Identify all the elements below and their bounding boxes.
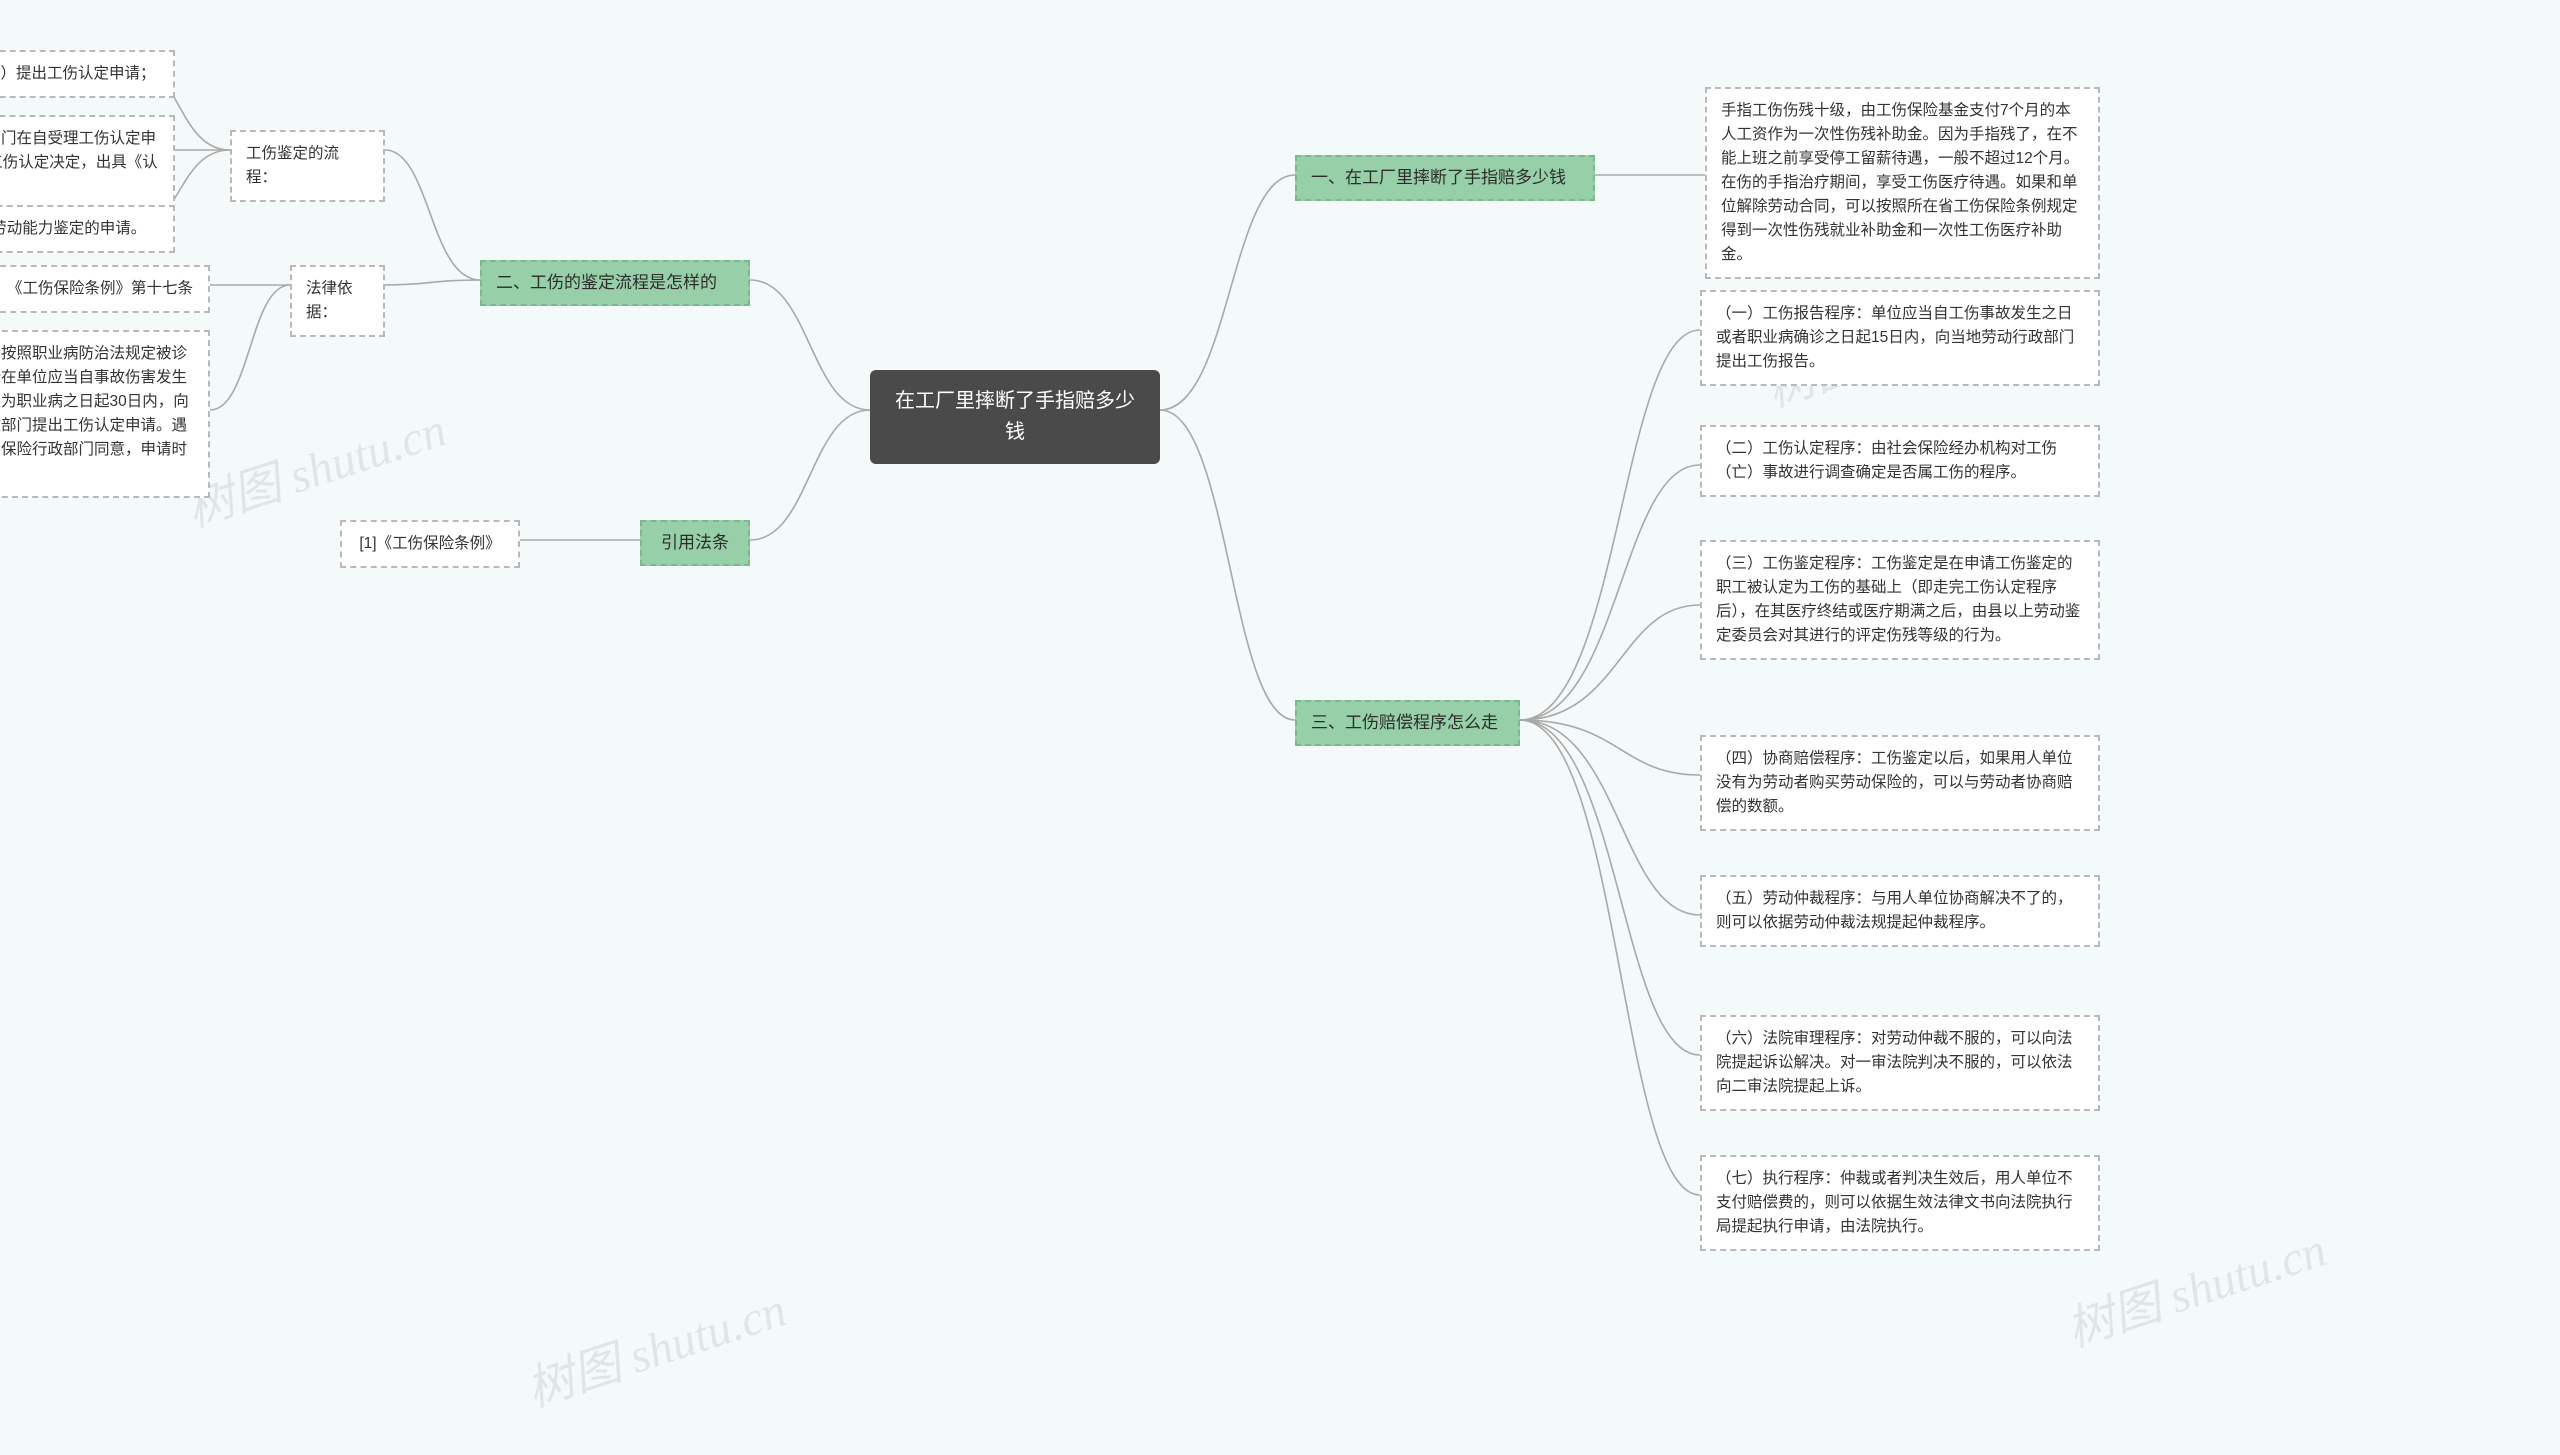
- branch-2[interactable]: 二、工伤的鉴定流程是怎样的: [480, 260, 750, 306]
- branch-1-leaf[interactable]: 手指工伤伤残十级，由工伤保险基金支付7个月的本人工资作为一次性伤残补助金。因为手…: [1705, 87, 2100, 279]
- branch-4-leaf[interactable]: [1]《工伤保险条例》: [340, 520, 520, 568]
- branch-3-leaf-5[interactable]: （五）劳动仲裁程序：与用人单位协商解决不了的，则可以依据劳动仲裁法规提起仲裁程序…: [1700, 875, 2100, 947]
- branch-3-leaf-2[interactable]: （二）工伤认定程序：由社会保险经办机构对工伤（亡）事故进行调查确定是否属工伤的程…: [1700, 425, 2100, 497]
- branch-3-leaf-1[interactable]: （一）工伤报告程序：单位应当自工伤事故发生之日或者职业病确诊之日起15日内，向当…: [1700, 290, 2100, 386]
- connector-lines: [0, 0, 2560, 1455]
- branch-2-sub1[interactable]: 工伤鉴定的流程：: [230, 130, 385, 202]
- branch-2-sub1-leaf-3[interactable]: （三）提出劳动能力鉴定的申请。: [0, 205, 175, 253]
- branch-4[interactable]: 引用法条: [640, 520, 750, 566]
- branch-2-sub2-leaf-1[interactable]: 《工伤保险条例》第十七条: [0, 265, 210, 313]
- branch-3-leaf-4[interactable]: （四）协商赔偿程序：工伤鉴定以后，如果用人单位没有为劳动者购买劳动保险的，可以与…: [1700, 735, 2100, 831]
- watermark: 树图 shutu.cn: [176, 390, 454, 540]
- mindmap-canvas: 树图 shutu.cn 树图 shutu.cn 树图 shutu.cn 树图 s…: [0, 0, 2560, 1455]
- branch-2-sub2-leaf-2[interactable]: 职工发生事故伤害或者按照职业病防治法规定被诊断、鉴定为职业病，所在单位应当自事故…: [0, 330, 210, 498]
- branch-3-leaf-3[interactable]: （三）工伤鉴定程序：工伤鉴定是在申请工伤鉴定的职工被认定为工伤的基础上（即走完工…: [1700, 540, 2100, 660]
- branch-2-sub1-leaf-2[interactable]: （二）社会保险行政部门在自受理工伤认定申请之日起60日内作出工伤认定决定，出具《…: [0, 115, 175, 211]
- root-node[interactable]: 在工厂里摔断了手指赔多少钱: [870, 370, 1160, 464]
- branch-2-sub1-leaf-1[interactable]: （一）提出工伤认定申请；: [0, 50, 175, 98]
- branch-3-leaf-7[interactable]: （七）执行程序：仲裁或者判决生效后，用人单位不支付赔偿费的，则可以依据生效法律文…: [1700, 1155, 2100, 1251]
- branch-3-leaf-6[interactable]: （六）法院审理程序：对劳动仲裁不服的，可以向法院提起诉讼解决。对一审法院判决不服…: [1700, 1015, 2100, 1111]
- watermark: 树图 shutu.cn: [516, 1270, 794, 1420]
- branch-2-sub2[interactable]: 法律依据：: [290, 265, 385, 337]
- branch-1[interactable]: 一、在工厂里摔断了手指赔多少钱: [1295, 155, 1595, 201]
- branch-3[interactable]: 三、工伤赔偿程序怎么走: [1295, 700, 1520, 746]
